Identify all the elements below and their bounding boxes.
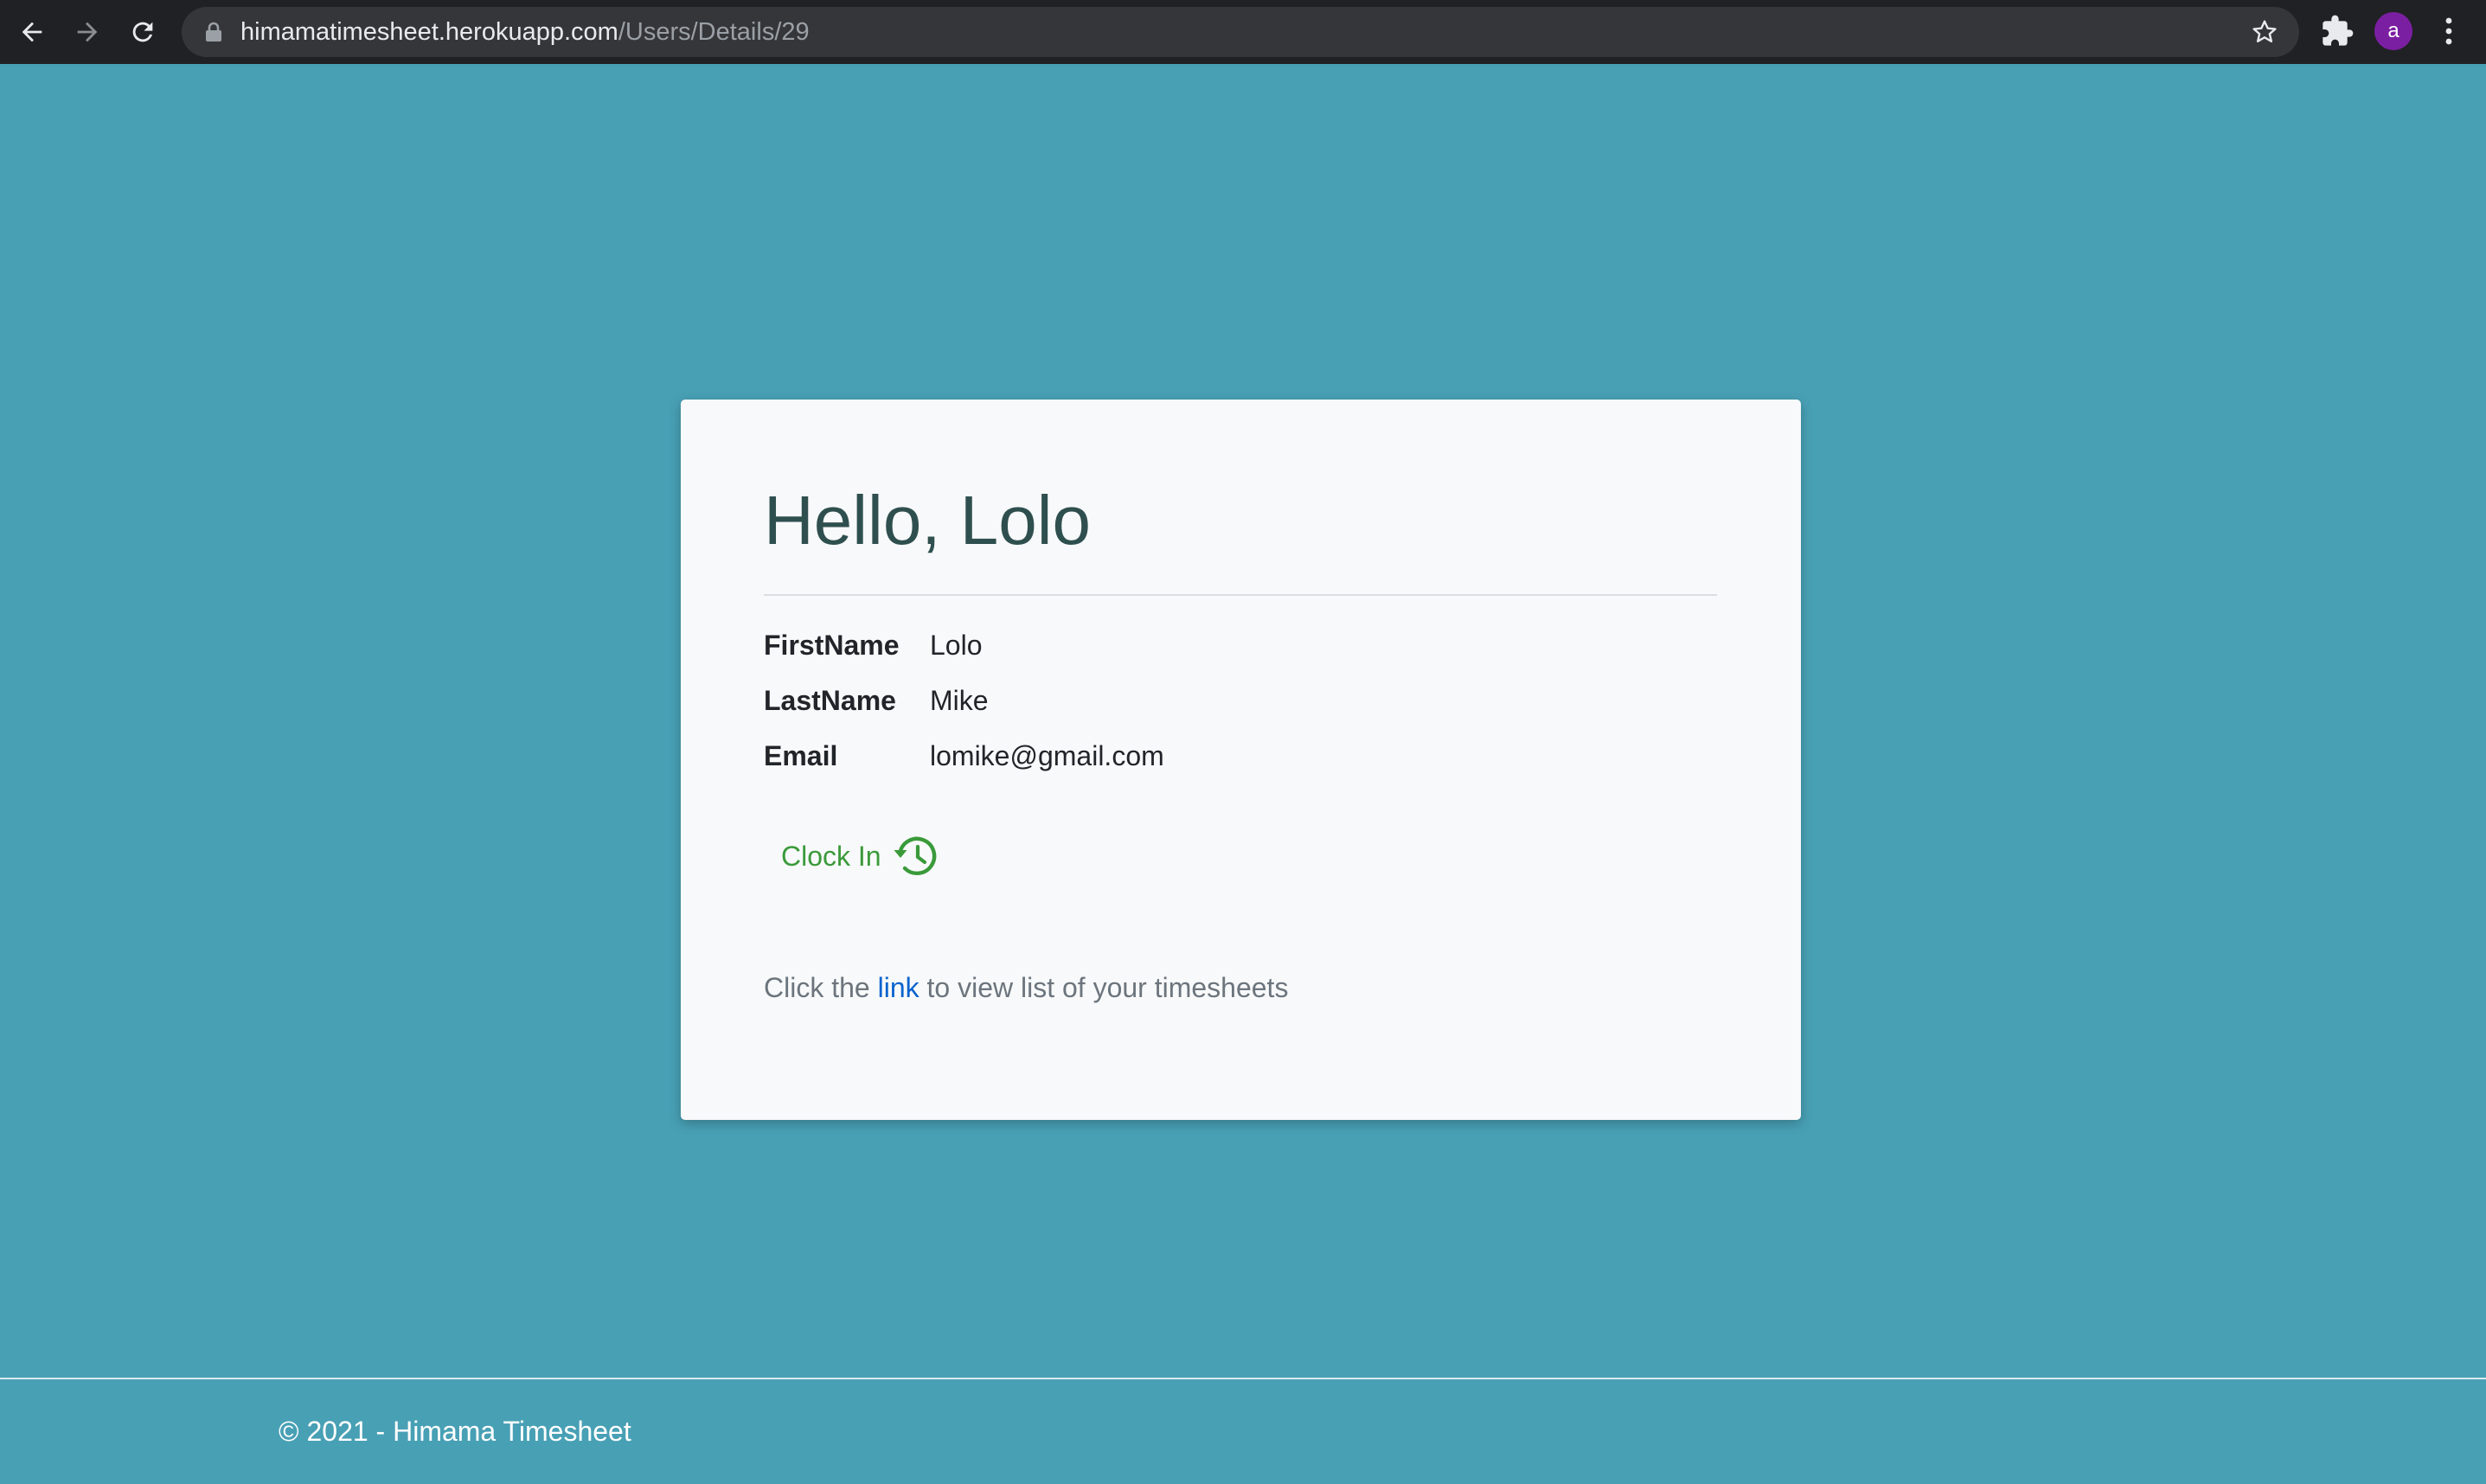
arrow-right-icon [77, 22, 98, 42]
title-divider [764, 594, 1717, 596]
profile-avatar[interactable]: a [2374, 12, 2412, 50]
star-icon[interactable] [2251, 18, 2278, 46]
kebab-menu-icon[interactable] [2436, 12, 2462, 50]
footer-copyright: © 2021 - Himama Timesheet [279, 1416, 631, 1447]
clock-in-button[interactable]: Clock In [781, 830, 942, 882]
firstname-value: Lolo [930, 630, 983, 661]
hint-text-before: Click the [764, 972, 878, 1003]
url-path: /Users/Details/29 [618, 18, 810, 46]
lock-icon [206, 22, 221, 42]
browser-toolbar: himamatimesheet.herokuapp.com/Users/Deta… [0, 0, 2486, 64]
url-text: himamatimesheet.herokuapp.com/Users/Deta… [240, 7, 810, 57]
arrow-left-icon [22, 22, 42, 42]
timesheets-hint: Click the link to view list of your time… [764, 966, 1288, 1009]
user-details-card: Hello, Lolo FirstName Lolo LastName Mike… [681, 400, 1801, 1120]
hint-text-after: to view list of your timesheets [919, 972, 1289, 1003]
puzzle-icon[interactable] [2320, 14, 2355, 48]
reload-button[interactable] [121, 10, 164, 54]
clock-history-icon [894, 836, 936, 876]
firstname-label: FirstName [764, 630, 900, 661]
forward-button[interactable] [66, 10, 109, 54]
lastname-label: LastName [764, 685, 896, 716]
address-bar[interactable]: himamatimesheet.herokuapp.com/Users/Deta… [182, 7, 2299, 57]
clock-in-label: Clock In [781, 840, 881, 872]
lastname-value: Mike [930, 685, 989, 716]
email-label: Email [764, 740, 838, 771]
back-button[interactable] [10, 10, 54, 54]
page-title: Hello, Lolo [764, 482, 1092, 559]
footer-divider [0, 1378, 2486, 1379]
email-value: lomike@gmail.com [930, 740, 1164, 771]
url-host: himamatimesheet.herokuapp.com [240, 18, 618, 46]
reload-icon [132, 22, 153, 42]
timesheets-link[interactable]: link [878, 972, 919, 1003]
